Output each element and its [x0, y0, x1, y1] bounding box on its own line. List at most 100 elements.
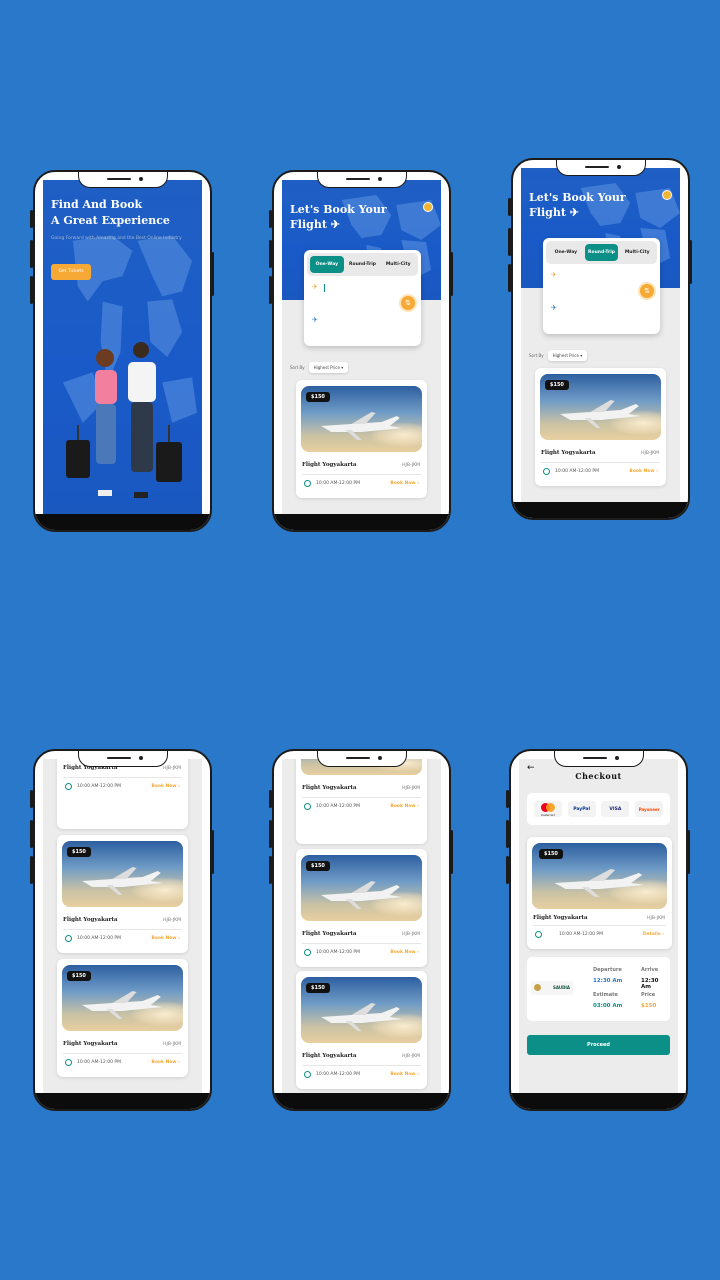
flight-card[interactable]: $150 Flight Yogyakarta HJB-JKM 10:00 AM-…: [527, 837, 672, 949]
flight-card-partial[interactable]: Flight Yogyakarta HJB-JKM 10:00 AM-12:00…: [57, 759, 188, 829]
flight-list-screen: Flight Yogyakarta HJB-JKM 10:00 AM-12:00…: [282, 759, 441, 1093]
mastercard-option[interactable]: mastercard: [533, 801, 562, 817]
side-button: [269, 856, 272, 884]
payoneer-option[interactable]: Payoneer: [635, 801, 664, 817]
book-now-link[interactable]: Book Now ›: [151, 1060, 180, 1065]
tab-round-trip[interactable]: Round-Trip: [346, 256, 380, 273]
side-button: [30, 856, 33, 884]
flight-card[interactable]: $150 Flight Yogyakarta HJB-JKM 10:00 AM-…: [57, 835, 188, 953]
price-badge: $150: [306, 983, 330, 993]
flight-time: 10:00 AM-12:00 PM: [316, 804, 360, 809]
tab-one-way[interactable]: One-Way: [549, 244, 583, 261]
splash-subtitle: Going Forward with Amazing and the Best …: [51, 236, 182, 241]
proceed-button[interactable]: Proceed: [527, 1035, 670, 1055]
sort-select[interactable]: Highest Price ▾: [547, 350, 588, 361]
get-tickets-button[interactable]: Get Tickets: [51, 264, 91, 280]
origin-cursor[interactable]: [324, 284, 325, 292]
book-now-link[interactable]: Book Now ›: [390, 950, 419, 955]
side-button: [30, 790, 33, 808]
swap-icon[interactable]: ⇅: [640, 284, 654, 298]
tab-multi-city[interactable]: Multi-City: [381, 256, 415, 273]
avatar[interactable]: [423, 202, 433, 212]
trip-tabs: One-Way Round-Trip Multi-City: [307, 253, 418, 276]
flight-card[interactable]: $150 Flight Yogyakarta HJB-JKM 10:00 AM-…: [57, 959, 188, 1077]
phone-flight-list-2: Flight Yogyakarta HJB-JKM 10:00 AM-12:00…: [272, 749, 451, 1111]
price-badge: $150: [545, 380, 569, 390]
book-now-link[interactable]: Book Now ›: [390, 804, 419, 809]
clock-icon: [304, 803, 311, 810]
book-now-link[interactable]: Book Now ›: [151, 784, 180, 789]
flight-time: 10:00 AM-12:00 PM: [316, 950, 360, 955]
price-badge: $150: [67, 847, 91, 857]
booking-title: Let's Book Your Flight ✈: [290, 202, 387, 232]
sort-value: Highest Price: [552, 353, 579, 358]
mastercard-label: mastercard: [540, 814, 555, 817]
swap-icon[interactable]: ⇅: [401, 296, 415, 310]
avatar[interactable]: [662, 190, 672, 200]
book-now-link[interactable]: Book Now ›: [629, 469, 658, 474]
tab-multi-city[interactable]: Multi-City: [620, 244, 654, 261]
details-label: Details: [642, 932, 661, 937]
book-now-link[interactable]: Book Now ›: [390, 481, 419, 486]
book-now-label: Book Now: [390, 804, 416, 809]
phone-flight-list-1: Flight Yogyakarta HJB-JKM 10:00 AM-12:00…: [33, 749, 212, 1111]
side-button: [211, 830, 214, 874]
phone-booking-oneway: Let's Book Your Flight ✈ One-Way Round-T…: [272, 170, 451, 532]
flight-card[interactable]: $150 Flight Yogyakarta HJB-JKM 10:00 AM-…: [296, 380, 427, 498]
divider: [302, 474, 421, 475]
book-now-link[interactable]: Book Now ›: [151, 936, 180, 941]
price-badge: $150: [539, 849, 563, 859]
side-button: [450, 830, 453, 874]
flight-code: HJB-JKM: [402, 1054, 420, 1059]
side-button: [450, 252, 453, 296]
flight-code: HJB-JKM: [163, 1042, 181, 1047]
phone-notch: [316, 172, 407, 188]
clock-icon: [65, 1059, 72, 1066]
flight-card[interactable]: $150 Flight Yogyakarta HJB-JKM 10:00 AM-…: [296, 971, 427, 1089]
trip-tabs: One-Way Round-Trip Multi-City: [546, 241, 657, 264]
estimate-label: Estimate: [593, 992, 618, 998]
flight-card[interactable]: $150 Flight Yogyakarta HJB-JKM 10:00 AM-…: [535, 368, 666, 486]
clock-icon: [304, 949, 311, 956]
side-button: [687, 830, 690, 874]
divider: [302, 943, 421, 944]
arrival-plane-icon: ✈: [312, 316, 318, 324]
flight-time: 10:00 AM-12:00 PM: [77, 1060, 121, 1065]
sort-label: Sort By: [529, 353, 544, 358]
price-value: $150: [641, 1003, 657, 1009]
saudia-logo: SAUDIA: [531, 981, 573, 995]
payment-methods: mastercard PayPal VISA Payoneer: [527, 793, 670, 825]
flight-name: Flight Yogyakarta: [63, 917, 118, 923]
sort-label: Sort By: [290, 365, 305, 370]
flight-time: 10:00 AM-12:00 PM: [316, 1072, 360, 1077]
flight-code: HJB-JKM: [163, 766, 181, 771]
flight-card-partial[interactable]: Flight Yogyakarta HJB-JKM 10:00 AM-12:00…: [296, 759, 427, 844]
side-button: [508, 228, 511, 256]
paypal-option[interactable]: PayPal: [567, 801, 596, 817]
clock-icon: [543, 468, 550, 475]
flight-card[interactable]: $150 Flight Yogyakarta HJB-JKM 10:00 AM-…: [296, 849, 427, 967]
book-now-link[interactable]: Book Now ›: [390, 1072, 419, 1077]
departure-plane-icon: ✈: [551, 271, 557, 279]
flight-time: 10:00 AM-12:00 PM: [559, 932, 603, 937]
phone-checkout: ← Checkout mastercard PayPal VISA Payone…: [509, 749, 688, 1111]
tab-one-way[interactable]: One-Way: [310, 256, 344, 273]
splash-hero: Find And Book A Great Experience Going F…: [43, 180, 202, 514]
sort-select[interactable]: Highest Price ▾: [308, 362, 349, 373]
divider: [302, 797, 421, 798]
side-button: [506, 790, 509, 808]
details-link[interactable]: Details ›: [643, 932, 664, 937]
departure-plane-icon: ✈: [312, 283, 318, 291]
side-button: [269, 820, 272, 848]
visa-option[interactable]: VISA: [601, 801, 630, 817]
tab-round-trip[interactable]: Round-Trip: [584, 244, 619, 261]
side-button: [269, 790, 272, 808]
title-line-1: Let's Book Your: [529, 191, 626, 204]
divider: [63, 777, 182, 778]
saudia-emblem-icon: [534, 984, 541, 991]
sort-control: Sort By Highest Price ▾: [290, 362, 349, 373]
side-button: [30, 210, 33, 228]
flight-code: HJB-JKM: [402, 463, 420, 468]
book-now-label: Book Now: [629, 469, 655, 474]
divider: [63, 929, 182, 930]
